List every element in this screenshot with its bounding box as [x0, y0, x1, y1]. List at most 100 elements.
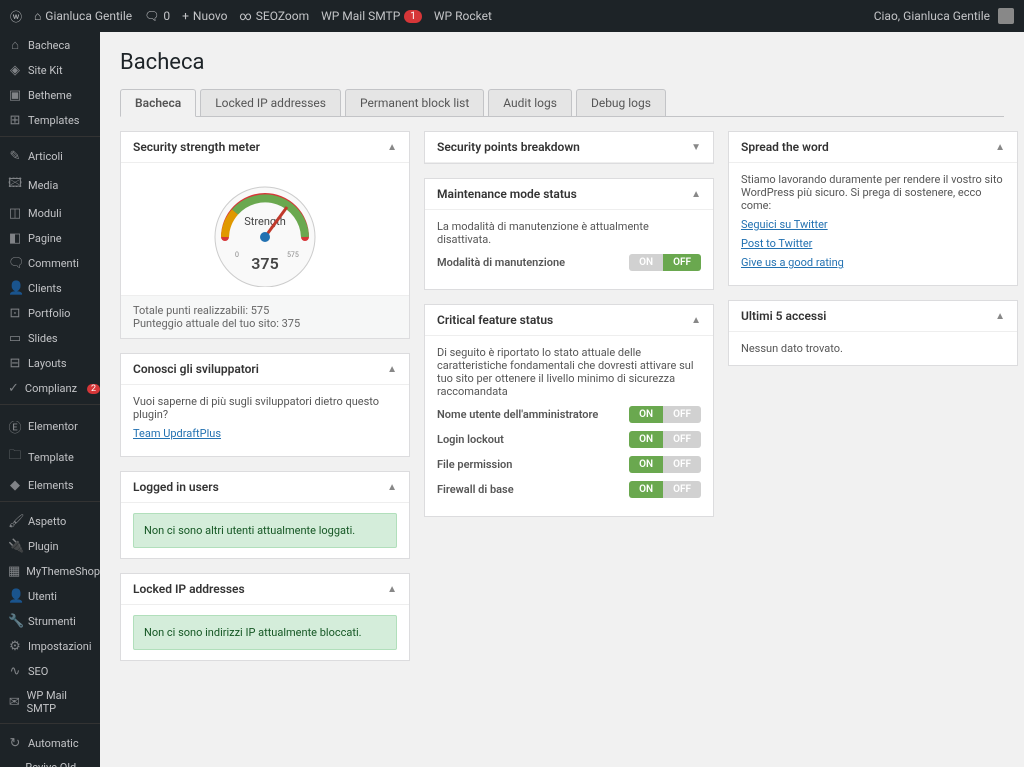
- maintenance-toggle[interactable]: ONOFF: [629, 254, 701, 271]
- toggle-icon[interactable]: ▲: [691, 315, 701, 326]
- sidebar-item-elements[interactable]: ◆Elements: [0, 473, 100, 498]
- wp-mail-smtp-link[interactable]: WP Mail SMTP 1: [321, 9, 422, 23]
- sidebar-item-strumenti[interactable]: 🔧Strumenti: [0, 609, 100, 634]
- menu-icon: ✉: [8, 695, 21, 710]
- tab-audit-logs[interactable]: Audit logs: [488, 89, 572, 117]
- avatar[interactable]: [998, 8, 1014, 24]
- toggle-icon[interactable]: ▲: [995, 142, 1005, 153]
- comments-link[interactable]: 🗨 0: [144, 9, 170, 23]
- sidebar-item-seo[interactable]: ∿SEO: [0, 659, 100, 684]
- feature-toggle[interactable]: ONOFF: [629, 481, 701, 498]
- svg-text:0: 0: [235, 251, 239, 259]
- security-strength-panel: Security strength meter ▲ Strength 0 575: [120, 131, 410, 339]
- critical-panel: Critical feature status ▲ Di seguito è r…: [424, 304, 714, 517]
- spread-link[interactable]: Seguici su Twitter: [741, 218, 1005, 231]
- sidebar-item-slides[interactable]: ▭ Slides: [0, 326, 100, 351]
- svg-text:575: 575: [287, 251, 299, 259]
- new-content-link[interactable]: + Nuovo: [182, 9, 227, 23]
- sidebar-item-label: Automatic: [28, 737, 79, 750]
- sidebar-item-label: Template: [28, 451, 74, 464]
- menu-icon: ▭: [8, 331, 22, 346]
- sidebar-item-wp-mail-smtp[interactable]: ✉ WP Mail SMTP: [0, 684, 100, 720]
- sidebar-item-bacheca[interactable]: ⌂ Bacheca: [0, 32, 100, 58]
- team-link[interactable]: Team UpdraftPlus: [133, 427, 397, 440]
- toggle-icon[interactable]: ▲: [691, 189, 701, 200]
- seozoom-link[interactable]: ∞ SEOZoom: [239, 9, 309, 23]
- sidebar-item-label: Complianz: [25, 382, 77, 395]
- tabs-nav: BachecaLocked IP addressesPermanent bloc…: [120, 89, 1004, 117]
- tab-bacheca[interactable]: Bacheca: [120, 89, 196, 117]
- sidebar-item-clients[interactable]: 👤Clients: [0, 276, 100, 301]
- tab-debug-logs[interactable]: Debug logs: [576, 89, 666, 117]
- menu-icon: 👤: [8, 589, 22, 604]
- sidebar-item-impostazioni[interactable]: ⚙Impostazioni: [0, 634, 100, 659]
- menu-icon: 🗀: [8, 446, 22, 468]
- toggle-icon[interactable]: ▲: [995, 311, 1005, 322]
- admin-sidebar: ⌂ Bacheca ◈ Site Kit ▣Betheme⊞Templates ✎Arti…: [0, 32, 100, 767]
- toggle-icon[interactable]: ▲: [387, 142, 397, 153]
- menu-icon: 👤: [8, 281, 22, 296]
- sidebar-item-pagine[interactable]: ◧Pagine: [0, 226, 100, 251]
- menu-icon: ▦: [8, 564, 20, 579]
- sidebar-item-elementor[interactable]: ⒺElementor: [0, 412, 100, 441]
- toggle-icon[interactable]: ▼: [691, 142, 701, 153]
- menu-icon: 🗨: [8, 256, 22, 271]
- feature-toggle[interactable]: ONOFF: [629, 456, 701, 473]
- sidebar-item-media[interactable]: 🖾Media: [0, 169, 100, 201]
- sidebar-item-articoli[interactable]: ✎Articoli: [0, 144, 100, 169]
- logged-in-users-panel: Logged in users ▲ Non ci sono altri uten…: [120, 471, 410, 559]
- locked-msg: Non ci sono indirizzi IP attualmente blo…: [133, 615, 397, 650]
- menu-icon: ◈: [8, 63, 22, 78]
- spread-link[interactable]: Post to Twitter: [741, 237, 1005, 250]
- sidebar-item-label: WP Mail SMTP: [27, 689, 92, 715]
- site-name-link[interactable]: ⌂ Gianluca Gentile: [34, 9, 132, 23]
- toggle-icon[interactable]: ▲: [387, 482, 397, 493]
- breakdown-title: Security points breakdown: [437, 140, 580, 154]
- sidebar-item-label: Slides: [28, 332, 58, 345]
- sidebar-item-aspetto[interactable]: 🖌Aspetto: [0, 509, 100, 534]
- toggle-icon[interactable]: ▲: [387, 364, 397, 375]
- greeting-text[interactable]: Ciao, Gianluca Gentile: [874, 9, 990, 23]
- sidebar-item-mythemeshop[interactable]: ▦MyThemeShop: [0, 559, 100, 584]
- sidebar-item-betheme[interactable]: ▣Betheme: [0, 83, 100, 108]
- sidebar-item-label: SEO: [28, 665, 48, 678]
- maintenance-panel: Maintenance mode status ▲ La modalità di…: [424, 178, 714, 290]
- sidebar-item-plugin[interactable]: 🔌Plugin: [0, 534, 100, 559]
- sidebar-item-label: Bacheca: [28, 39, 70, 52]
- wp-rocket-link[interactable]: WP Rocket: [434, 9, 492, 23]
- tab-permanent-block-list[interactable]: Permanent block list: [345, 89, 484, 117]
- spread-link[interactable]: Give us a good rating: [741, 256, 1005, 269]
- wp-logo[interactable]: ⓦ: [10, 8, 22, 25]
- menu-icon: Ⓔ: [8, 417, 22, 436]
- access-panel: Ultimi 5 accessi ▲ Nessun dato trovato.: [728, 300, 1018, 366]
- menu-icon: ▣: [8, 88, 22, 103]
- sidebar-item-utenti[interactable]: 👤Utenti: [0, 584, 100, 609]
- sidebar-item-commenti[interactable]: 🗨Commenti: [0, 251, 100, 276]
- sidebar-item-label: Site Kit: [28, 64, 63, 77]
- sidebar-item-label: Templates: [28, 114, 79, 127]
- sidebar-item-moduli[interactable]: ◫Moduli: [0, 201, 100, 226]
- feature-name: Firewall di base: [437, 483, 514, 496]
- sidebar-item-revive-old-posts[interactable]: ↺Revive Old Posts: [0, 756, 100, 767]
- feature-name: Nome utente dell'amministratore: [437, 408, 598, 421]
- sidebar-item-label: Plugin: [28, 540, 59, 553]
- spread-title: Spread the word: [741, 140, 829, 154]
- main-content: Bacheca BachecaLocked IP addressesPerman…: [100, 32, 1024, 671]
- menu-icon: ⌂: [8, 37, 22, 53]
- sidebar-item-automatic[interactable]: ↻Automatic: [0, 731, 100, 756]
- sidebar-item-layouts[interactable]: ⊟Layouts: [0, 351, 100, 376]
- strength-current: Punteggio attuale del tuo sito: 375: [133, 317, 397, 330]
- feature-name: Login lockout: [437, 433, 504, 446]
- maintenance-label: Modalità di manutenzione: [437, 256, 565, 269]
- sidebar-item-portfolio[interactable]: ⊡Portfolio: [0, 301, 100, 326]
- feature-toggle[interactable]: ONOFF: [629, 431, 701, 448]
- sidebar-item-templates[interactable]: ⊞Templates: [0, 108, 100, 133]
- sidebar-item-site-kit[interactable]: ◈ Site Kit: [0, 58, 100, 83]
- strength-title: Security strength meter: [133, 140, 260, 154]
- tab-locked-ip-addresses[interactable]: Locked IP addresses: [200, 89, 341, 117]
- feature-toggle[interactable]: ONOFF: [629, 406, 701, 423]
- sidebar-item-label: Pagine: [28, 232, 62, 245]
- sidebar-item-template[interactable]: 🗀 Template: [0, 441, 100, 473]
- sidebar-item-complianz[interactable]: ✓Complianz2: [0, 376, 100, 401]
- toggle-icon[interactable]: ▲: [387, 584, 397, 595]
